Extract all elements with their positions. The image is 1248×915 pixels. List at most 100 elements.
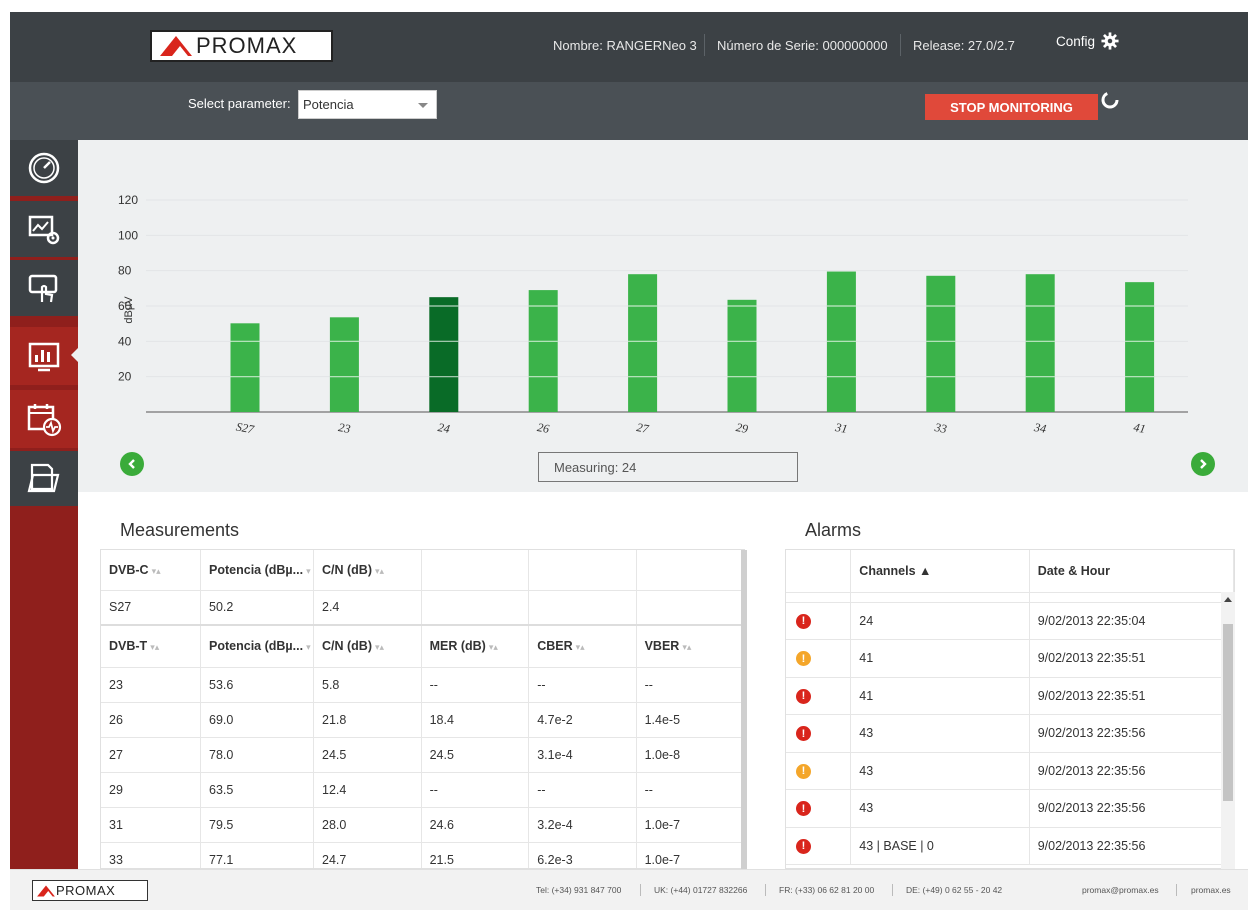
alarm-row[interactable]: ! 43 9/02/2013 22:35:56 <box>786 789 1234 828</box>
table-cell <box>528 590 637 626</box>
sort-icon[interactable]: ▾ <box>306 642 311 652</box>
sort-icon[interactable]: ▾ <box>306 566 311 576</box>
sort-icon[interactable]: ▾▴ <box>150 642 159 652</box>
sidebar-item-screen-settings[interactable] <box>10 201 78 257</box>
sort-icon[interactable]: ▾▴ <box>489 642 498 652</box>
alarm-row[interactable]: ! 41 9/02/2013 22:35:51 <box>786 677 1234 715</box>
alarm-level-cell: ! <box>786 714 852 753</box>
y-tick-label: 40 <box>118 334 132 348</box>
scroll-up-icon[interactable] <box>1224 597 1232 602</box>
measurements-table: DVB-C ▾▴ Potencia (dBµ... ▾ C/N (dB) ▾▴ S27 50.… <box>101 550 744 868</box>
table-cell: 31 <box>101 807 202 843</box>
parameter-select[interactable]: Potencia <box>298 90 437 119</box>
alarm-date: 9/02/2013 22:35:56 <box>1029 752 1234 790</box>
column-header[interactable]: VBER ▾▴ <box>636 624 744 668</box>
table-cell: 53.6 <box>200 667 314 703</box>
footer-fr: FR: (+33) 06 62 81 20 00 <box>779 885 875 895</box>
column-header[interactable] <box>786 550 852 593</box>
bar-27 <box>628 274 658 412</box>
table-row[interactable]: S27 50.2 2.4 <box>101 590 744 626</box>
column-header[interactable]: C/N (dB) ▾▴ <box>313 550 422 591</box>
footer-email[interactable]: promax@promax.es <box>1082 885 1159 895</box>
previous-channel-button[interactable] <box>120 452 144 476</box>
top-header: PROMAX Nombre: RANGERNeo 3 Número de Ser… <box>10 12 1248 82</box>
cell-text: 26 <box>109 712 123 727</box>
alarm-level-cell: ! <box>786 827 852 865</box>
table-cell: S27 <box>101 590 202 626</box>
table-row[interactable]: 27 78.0 24.5 24.5 3.1e-4 1.0e-8 <box>101 737 744 773</box>
config-button[interactable]: Config <box>1056 32 1119 50</box>
error-alert-icon: ! <box>796 838 811 854</box>
release-version: Release: 27.0/2.7 <box>913 37 1015 53</box>
table-cell: 12.4 <box>313 772 422 808</box>
next-channel-button[interactable] <box>1191 452 1215 476</box>
column-header[interactable]: Date & Hour <box>1029 550 1234 593</box>
alarm-row[interactable]: ! 43 | BASE | 0 9/02/2013 22:35:56 <box>786 827 1234 865</box>
table-row[interactable]: 33 77.1 24.7 21.5 6.2e-3 1.0e-7 <box>101 842 744 868</box>
stop-monitoring-button[interactable]: STOP MONITORING <box>925 94 1098 120</box>
cell-text: 33 <box>109 852 123 867</box>
measurements-scrollbar[interactable] <box>741 550 747 870</box>
cell-text: 24.6 <box>429 817 454 832</box>
sidebar-item-dashboard[interactable] <box>10 140 78 196</box>
column-header[interactable]: Potencia (dBµ... ▾ <box>200 624 314 668</box>
table-cell: -- <box>528 667 637 703</box>
sidebar-item-monitoring[interactable] <box>10 327 79 385</box>
bar-24 <box>429 297 459 412</box>
sort-icon[interactable]: ▾▴ <box>375 566 384 576</box>
column-header[interactable] <box>636 550 744 591</box>
logo-text: PROMAX <box>196 33 298 58</box>
table-cell: 4.7e-2 <box>528 702 637 738</box>
cell-text: S27 <box>109 600 132 615</box>
table-cell: 50.2 <box>200 590 314 626</box>
cell-text: CBER <box>537 639 573 654</box>
y-tick-label: 20 <box>118 370 132 384</box>
table-cell: 24.7 <box>313 842 422 868</box>
y-tick-label: 80 <box>118 264 132 278</box>
alarm-row[interactable]: ! 43 9/02/2013 22:35:56 <box>786 752 1234 790</box>
column-header[interactable]: C/N (dB) ▾▴ <box>313 624 422 668</box>
alarm-level-cell: ! <box>786 677 852 715</box>
cell-text: 63.5 <box>209 782 234 797</box>
table-row[interactable]: 31 79.5 28.0 24.6 3.2e-4 1.0e-7 <box>101 807 744 843</box>
cell-text: 79.5 <box>209 817 234 832</box>
column-header[interactable]: DVB-T ▾▴ <box>101 624 202 668</box>
sort-icon[interactable]: ▾▴ <box>375 642 384 652</box>
bar-26 <box>528 290 558 412</box>
alarm-channel: 43 <box>850 714 1030 753</box>
x-tick-label: 41 <box>1132 420 1146 436</box>
alarms-scrollbar-thumb[interactable] <box>1223 624 1233 801</box>
spacer-cell <box>786 592 852 603</box>
spacer-cell <box>850 592 1030 603</box>
sort-icon[interactable]: ▾▴ <box>682 642 691 652</box>
table-header-row: Channels ▲ Date & Hour <box>786 550 1234 593</box>
sidebar-item-files[interactable] <box>10 451 78 506</box>
alarm-row[interactable]: ! 43 9/02/2013 22:35:56 <box>786 714 1234 753</box>
column-header[interactable]: DVB-C ▾▴ <box>101 550 202 591</box>
warning-alert-icon: ! <box>796 651 811 666</box>
alarm-row[interactable]: ! 41 9/02/2013 22:35:51 <box>786 639 1234 678</box>
sidebar-item-scheduler[interactable] <box>10 390 78 448</box>
cell-text: MER (dB) <box>429 639 486 654</box>
table-row[interactable]: 26 69.0 21.8 18.4 4.7e-2 1.4e-5 <box>101 702 744 738</box>
footer-logo: PROMAX <box>32 880 148 901</box>
column-header[interactable] <box>421 550 530 591</box>
cell-text: 6.2e-3 <box>537 852 573 867</box>
footer-web[interactable]: promax.es <box>1191 885 1231 895</box>
sort-icon[interactable]: ▾▴ <box>152 566 161 576</box>
cell-text: DVB-C <box>109 562 149 577</box>
column-header[interactable] <box>528 550 637 591</box>
spacer-cell <box>1029 592 1234 603</box>
column-header[interactable]: Potencia (dBµ... ▾ <box>200 550 314 591</box>
column-header[interactable]: CBER ▾▴ <box>528 624 637 668</box>
table-row[interactable]: 23 53.6 5.8 -- -- -- <box>101 667 744 703</box>
sort-icon[interactable]: ▾▴ <box>576 642 585 652</box>
alarm-row[interactable]: ! 24 9/02/2013 22:35:04 <box>786 602 1234 640</box>
table-row[interactable]: 29 63.5 12.4 -- -- -- <box>101 772 744 808</box>
table-cell: 2.4 <box>313 590 422 626</box>
column-header[interactable]: MER (dB) ▾▴ <box>421 624 530 668</box>
column-header[interactable]: Channels ▲ <box>850 550 1030 593</box>
sidebar-item-touch[interactable] <box>10 260 78 316</box>
cell-text: 31 <box>109 817 123 832</box>
table-cell: 3.1e-4 <box>528 737 637 773</box>
